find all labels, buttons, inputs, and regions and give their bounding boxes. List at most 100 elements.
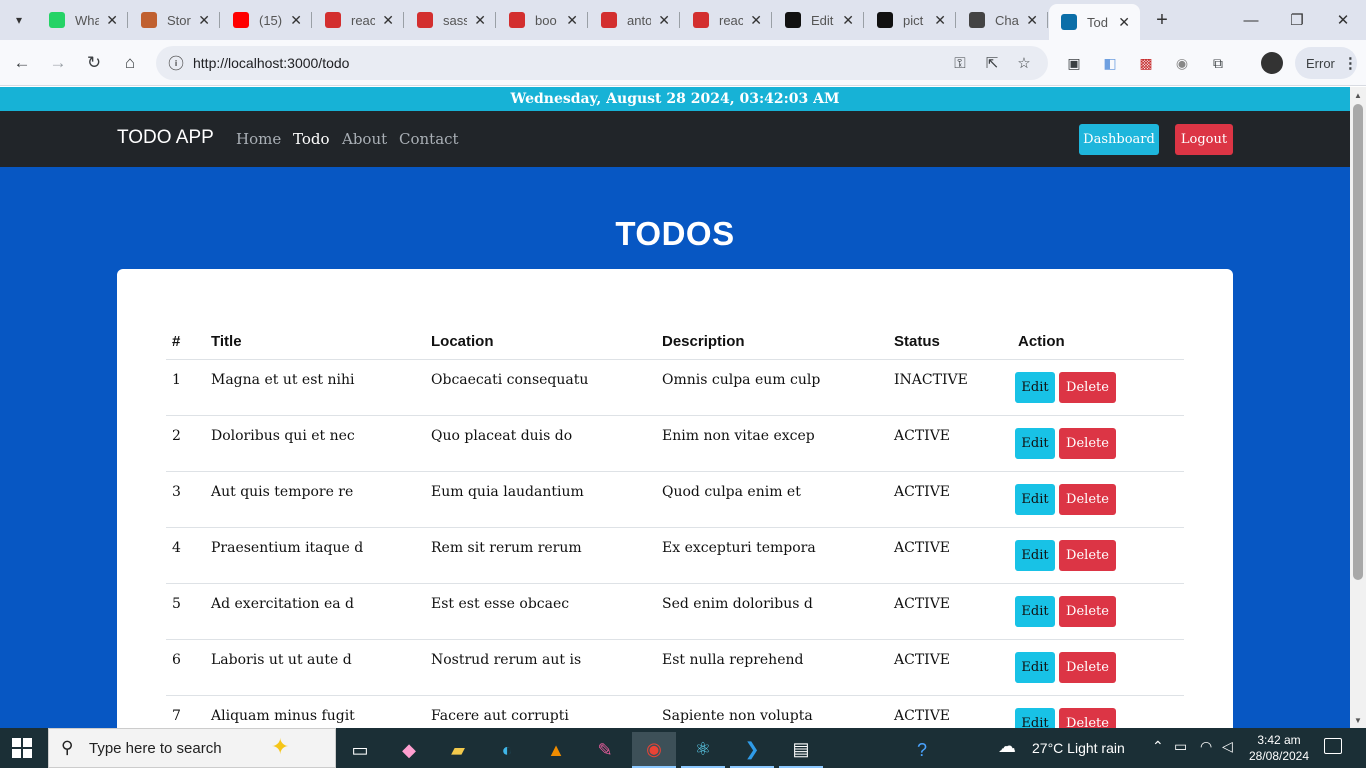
help-icon[interactable]: ?: [900, 732, 944, 768]
browser-tab[interactable]: pict ✕: [865, 6, 956, 34]
weather-cloud-icon[interactable]: ☁: [998, 736, 1016, 757]
delete-button[interactable]: Delete: [1059, 371, 1116, 403]
react-devtools-icon[interactable]: ⚛: [681, 732, 725, 768]
volume-icon[interactable]: ◁: [1222, 738, 1233, 755]
profile-photo-icon: [141, 12, 157, 28]
browser-tab[interactable]: reac ✕: [681, 6, 772, 34]
browser-tab[interactable]: Cha ✕: [957, 6, 1048, 34]
browser-tab-label: Cha: [995, 12, 1019, 28]
battery-icon[interactable]: ▭: [1174, 738, 1187, 755]
open-in-app-icon[interactable]: ⇱: [980, 51, 1004, 75]
new-tab-button[interactable]: +: [1150, 8, 1174, 32]
delete-button[interactable]: Delete: [1059, 483, 1116, 515]
weather-text[interactable]: 27°C Light rain: [1032, 740, 1125, 756]
close-tab-icon[interactable]: ✕: [1026, 12, 1038, 29]
minimize-button[interactable]: —: [1228, 8, 1274, 32]
close-tab-icon[interactable]: ✕: [1118, 14, 1130, 31]
edit-button[interactable]: Edit: [1015, 707, 1055, 728]
browser-tab[interactable]: anto ✕: [589, 6, 680, 34]
extension-red-icon[interactable]: ▩: [1133, 50, 1159, 76]
close-tab-icon[interactable]: ✕: [934, 12, 946, 29]
extension-puzzle-color-icon[interactable]: ◧: [1097, 50, 1123, 76]
edit-button[interactable]: Edit: [1015, 595, 1055, 627]
delete-button[interactable]: Delete: [1059, 651, 1116, 683]
browser-tab[interactable]: reac ✕: [313, 6, 404, 34]
edit-button[interactable]: Edit: [1015, 371, 1055, 403]
close-tab-icon[interactable]: ✕: [842, 12, 854, 29]
profile-avatar[interactable]: [1261, 52, 1283, 74]
windows-start-icon[interactable]: [12, 738, 32, 758]
site-info-icon[interactable]: i: [168, 55, 184, 71]
delete-button[interactable]: Delete: [1059, 539, 1116, 571]
close-tab-icon[interactable]: ✕: [382, 12, 394, 29]
nav-link-contact[interactable]: Contact: [399, 130, 459, 148]
cell-status: ACTIVE: [888, 471, 1012, 528]
nav-link-home[interactable]: Home: [236, 130, 281, 148]
copilot-icon[interactable]: ◆: [387, 732, 431, 768]
wifi-icon[interactable]: ◠: [1200, 738, 1212, 755]
extensions-icon[interactable]: ⧉: [1205, 50, 1231, 76]
logout-button[interactable]: Logout: [1175, 124, 1233, 155]
page-scrollbar[interactable]: ▲ ▼: [1350, 87, 1366, 728]
cell-location: Eum quia laudantium: [425, 471, 656, 528]
browser-tab[interactable]: Wha ✕: [37, 6, 128, 34]
menu-kebab-icon: ⋮: [1342, 55, 1358, 72]
reload-icon[interactable]: ↻: [80, 49, 108, 77]
delete-button[interactable]: Delete: [1059, 595, 1116, 627]
scroll-down-arrow-icon[interactable]: ▼: [1350, 712, 1366, 728]
bookmark-star-icon[interactable]: ☆: [1012, 51, 1036, 75]
home-icon[interactable]: ⌂: [116, 49, 144, 77]
close-tab-icon[interactable]: ✕: [566, 12, 578, 29]
terminal-icon[interactable]: ▤: [779, 732, 823, 768]
edge-browser-icon[interactable]: ◐: [485, 732, 529, 768]
task-view-icon[interactable]: ▭: [338, 732, 382, 768]
edit-button[interactable]: Edit: [1015, 539, 1055, 571]
close-tab-icon[interactable]: ✕: [106, 12, 118, 29]
brand-logo[interactable]: TODO APP: [117, 127, 214, 149]
cell-status: INACTIVE: [888, 359, 1012, 416]
browser-tab[interactable]: boo ✕: [497, 6, 588, 34]
browser-tab[interactable]: Tod ✕: [1049, 4, 1140, 40]
close-tab-icon[interactable]: ✕: [290, 12, 302, 29]
paint-icon[interactable]: ✎: [583, 732, 627, 768]
address-bar[interactable]: i http://localhost:3000/todo ⚿ ⇱ ☆: [156, 46, 1048, 80]
chrome-taskbar-icon[interactable]: ◉: [632, 732, 676, 768]
browser-tab[interactable]: (15) ✕: [221, 6, 312, 34]
vlc-icon[interactable]: ▲: [534, 732, 578, 768]
file-explorer-icon[interactable]: ▰: [436, 732, 480, 768]
show-hidden-icons-chevron-icon[interactable]: ⌃: [1152, 738, 1164, 755]
edit-button[interactable]: Edit: [1015, 427, 1055, 459]
browser-tab-label: sass: [443, 12, 467, 28]
close-tab-icon[interactable]: ✕: [658, 12, 670, 29]
close-tab-icon[interactable]: ✕: [474, 12, 486, 29]
close-tab-icon[interactable]: ✕: [750, 12, 762, 29]
close-window-button[interactable]: ✕: [1320, 8, 1366, 32]
edit-button[interactable]: Edit: [1015, 651, 1055, 683]
browser-tab[interactable]: sass ✕: [405, 6, 496, 34]
back-arrow-icon[interactable]: ←: [8, 49, 36, 77]
address-url[interactable]: http://localhost:3000/todo: [193, 55, 349, 71]
browser-tab[interactable]: Edit ✕: [773, 6, 864, 34]
dashboard-button[interactable]: Dashboard: [1079, 124, 1159, 155]
vscode-icon[interactable]: ❯: [730, 732, 774, 768]
delete-button[interactable]: Delete: [1059, 427, 1116, 459]
taskbar-search-box[interactable]: ⚲ Type here to search ✦: [48, 728, 336, 768]
scroll-up-arrow-icon[interactable]: ▲: [1350, 87, 1366, 103]
edit-button[interactable]: Edit: [1015, 483, 1055, 515]
media-tab-icon[interactable]: ▣: [1061, 50, 1087, 76]
restore-button[interactable]: ❐: [1274, 8, 1320, 32]
close-tab-icon[interactable]: ✕: [198, 12, 210, 29]
forward-arrow-icon[interactable]: →: [44, 49, 72, 77]
delete-button[interactable]: Delete: [1059, 707, 1116, 728]
browser-tab[interactable]: Stor ✕: [129, 6, 220, 34]
error-button[interactable]: Error ⋮: [1295, 47, 1358, 79]
taskbar-clock[interactable]: 3:42 am 28/08/2024: [1244, 732, 1314, 764]
tab-divider: [219, 12, 220, 28]
nav-link-todo[interactable]: Todo: [293, 130, 330, 148]
nav-link-about[interactable]: About: [342, 130, 387, 148]
camera-extension-icon[interactable]: ◉: [1169, 50, 1195, 76]
tab-search-chevron-icon[interactable]: ▾: [6, 7, 32, 33]
password-key-icon[interactable]: ⚿: [948, 51, 972, 75]
scroll-thumb[interactable]: [1353, 104, 1363, 580]
notification-icon[interactable]: [1324, 738, 1342, 754]
